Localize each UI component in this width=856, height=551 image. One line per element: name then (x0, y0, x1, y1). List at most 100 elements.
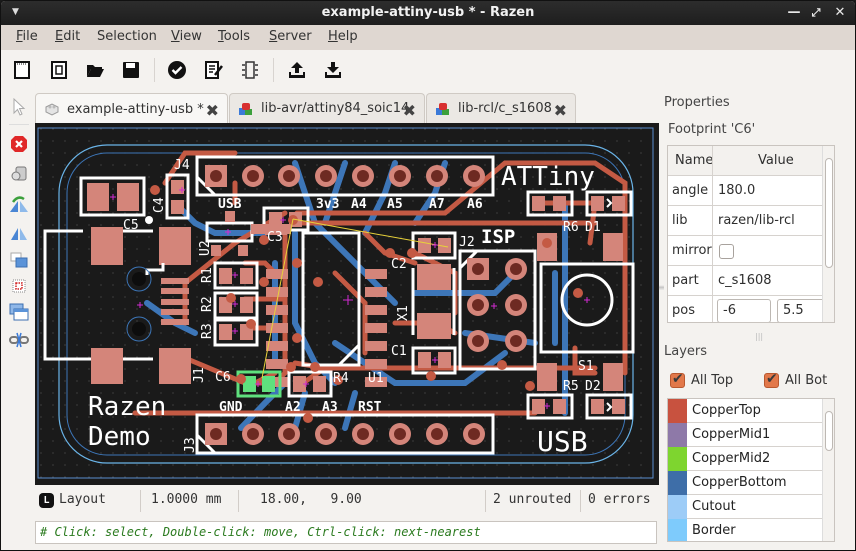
check-button[interactable] (165, 59, 189, 81)
tab-lib-rcl-c-s1608[interactable]: lib-rcl/c_s1608 ✖ (426, 93, 576, 123)
column-header-name[interactable]: Name (675, 153, 713, 168)
layer-row-copperbottom[interactable]: CopperBottom (668, 471, 822, 495)
menu-selection[interactable]: Selection (97, 29, 157, 44)
layer-color-swatch[interactable] (668, 495, 687, 519)
rotate-tool[interactable] (9, 163, 29, 183)
label-demo: Demo (88, 422, 151, 452)
windows-tool[interactable] (9, 302, 29, 322)
flip-rotate-tool[interactable] (9, 194, 29, 214)
menu-view[interactable]: View (171, 29, 202, 44)
maximize-button[interactable]: ⤢ (807, 4, 825, 22)
properties-scrollbar[interactable] (822, 146, 834, 322)
upload-button[interactable] (285, 59, 309, 81)
property-value[interactable]: c_s1608 (718, 273, 772, 288)
pos-x-input[interactable]: -6 (717, 299, 771, 322)
all-top-label[interactable]: All Top (691, 373, 733, 388)
delete-tool[interactable] (9, 134, 29, 154)
app-window: ▼ example-attiny-usb * - Razen — ⤢ ✕ Fil… (0, 0, 856, 551)
layer-row-coppertop[interactable]: CopperTop (668, 399, 822, 423)
label-j3: J3 (183, 437, 198, 453)
open-button[interactable] (83, 59, 107, 81)
property-value[interactable]: 180.0 (718, 183, 755, 198)
scrollbar-thumb[interactable] (825, 158, 833, 268)
label-r5: R5 (563, 379, 579, 394)
layer-color-swatch[interactable] (668, 447, 687, 471)
label-usb-bottom: USB (537, 425, 588, 458)
new-footprint-icon (51, 61, 67, 79)
label-j2: J2 (459, 235, 475, 250)
toolbar-separator (273, 58, 274, 82)
new-document-button[interactable] (10, 59, 34, 81)
close-button[interactable]: ✕ (831, 4, 849, 22)
tab-close-icon[interactable]: ✖ (206, 101, 219, 120)
label-a6: A6 (467, 197, 483, 212)
label-x1: X1 (396, 305, 411, 321)
tab-example-attiny-usb[interactable]: example-attiny-usb * ✖ (35, 93, 228, 124)
edit-properties-button[interactable] (202, 59, 226, 81)
layer-row-coppermid1[interactable]: CopperMid1 (668, 423, 822, 447)
label-3v3: 3v3 (316, 197, 339, 212)
all-bot-label[interactable]: All Bot (785, 373, 827, 388)
layer-row-border[interactable]: Border (668, 519, 822, 541)
layer-row-coppermid2[interactable]: CopperMid2 (668, 447, 822, 471)
move-to-back-tool[interactable] (9, 250, 29, 270)
label-c5: C5 (123, 218, 139, 233)
main-toolbar (1, 50, 855, 90)
minimize-button[interactable]: — (785, 4, 803, 22)
label-c4: C4 (152, 197, 167, 213)
footprint-chip-button[interactable] (238, 59, 262, 81)
label-r2: R2 (200, 296, 215, 312)
all-top-checkbox[interactable] (670, 371, 685, 388)
label-attiny: ATTiny (501, 162, 595, 192)
save-button[interactable] (119, 59, 143, 81)
label-a4: A4 (351, 197, 367, 212)
upload-icon (289, 62, 305, 78)
property-name: pos (672, 303, 695, 318)
layer-color-swatch[interactable] (668, 423, 687, 447)
property-row-lib: lib razen/lib-rcl (668, 206, 834, 236)
label-c3: C3 (267, 230, 283, 245)
layer-name: CopperMid1 (692, 427, 771, 442)
pcb-drawing[interactable]: J4 C4 C5 USB 3v3 A4 A5 A7 A6 ATTiny C3 U… (35, 123, 659, 485)
panel-splitter-handle[interactable]: ≡ (658, 283, 665, 292)
delete-icon (11, 136, 27, 152)
menu-help[interactable]: Help (328, 29, 358, 44)
layers-scrollbar[interactable] (822, 399, 834, 541)
download-button[interactable] (321, 59, 345, 81)
mirror-checkbox[interactable] (719, 244, 734, 259)
tab-close-icon[interactable]: ✖ (554, 101, 567, 120)
layer-name: CopperMid2 (692, 451, 771, 466)
layer-color-swatch[interactable] (668, 471, 687, 495)
layer-color-swatch[interactable] (668, 519, 687, 541)
command-line-input[interactable]: # Click: select, Double-click: move, Ctr… (35, 521, 657, 544)
column-separator (712, 146, 713, 322)
property-row-pos: pos -6 5.5 (668, 296, 834, 322)
pcb-canvas[interactable]: J4 C4 C5 USB 3v3 A4 A5 A7 A6 ATTiny C3 U… (35, 123, 659, 485)
layer-row-cutout[interactable]: Cutout (668, 495, 822, 519)
new-footprint-button[interactable] (47, 59, 71, 81)
all-bot-checkbox[interactable] (764, 371, 779, 388)
scrollbar-thumb[interactable] (825, 411, 833, 451)
menu-file[interactable]: File (16, 29, 38, 44)
status-grid[interactable]: 1.0000 mm (151, 492, 221, 507)
mirror-tool[interactable] (9, 223, 29, 243)
menu-tools[interactable]: Tools (218, 29, 250, 44)
flip-rotate-icon (10, 196, 28, 212)
rotate-icon (11, 166, 27, 181)
column-header-value[interactable]: Value (758, 153, 794, 168)
layer-color-swatch[interactable] (668, 399, 687, 423)
property-value[interactable]: razen/lib-rcl (718, 213, 795, 228)
tab-close-icon[interactable]: ✖ (403, 101, 416, 120)
select-tool[interactable] (9, 97, 29, 117)
status-mode: Layout (59, 492, 106, 507)
menu-edit[interactable]: Edit (55, 29, 80, 44)
menu-server[interactable]: Server (269, 29, 312, 44)
label-a3: A3 (322, 400, 338, 415)
status-coords: 18.00, 9.00 (260, 492, 362, 507)
select-region-tool[interactable] (9, 276, 29, 296)
splitter-handle[interactable]: ||| (755, 332, 763, 341)
unlink-tool[interactable] (9, 330, 29, 350)
status-separator (485, 490, 486, 512)
properties-table: Name Value angle 180.0 lib razen/lib-rcl… (667, 145, 835, 323)
tab-lib-avr-attiny84[interactable]: lib-avr/attiny84_soic14 ✖ (229, 93, 425, 123)
